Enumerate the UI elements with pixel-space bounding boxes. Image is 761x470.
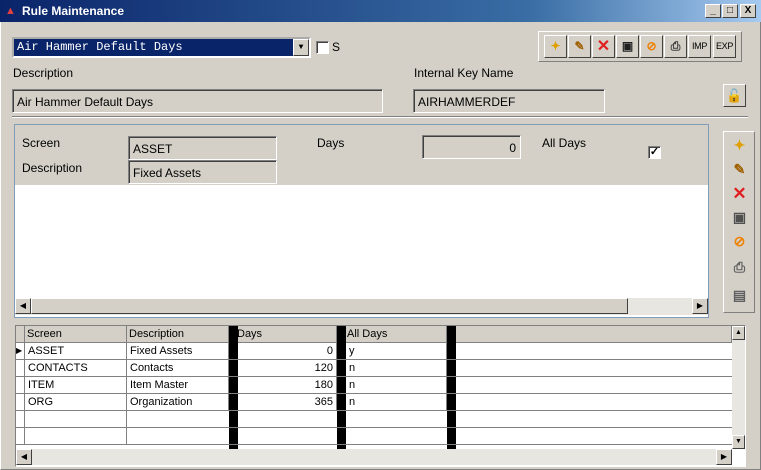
- unlock-icon[interactable]: 🔓: [723, 84, 746, 107]
- detail-cancel-icon[interactable]: ⊘: [728, 230, 751, 253]
- cell-screen: ORG: [25, 394, 127, 411]
- new-record-icon[interactable]: ✦: [544, 35, 567, 58]
- alldays-checkbox[interactable]: ✓: [648, 146, 661, 159]
- cell-days: 180: [238, 377, 337, 394]
- cell-description: Contacts: [127, 360, 229, 377]
- scroll-left-icon[interactable]: ◀: [15, 298, 31, 314]
- cell-description: Organization: [127, 394, 229, 411]
- description-field[interactable]: Air Hammer Default Days: [12, 89, 383, 113]
- table-row[interactable]: [16, 428, 732, 445]
- scroll-thumb[interactable]: [31, 298, 628, 314]
- row-selector: [16, 428, 25, 445]
- row-selector: [16, 411, 25, 428]
- cell-days: 365: [238, 394, 337, 411]
- grid-vertical-scrollbar[interactable]: ▲ ▼: [732, 326, 745, 449]
- row-selector: [16, 360, 25, 377]
- grid-header-description[interactable]: Description: [127, 326, 229, 343]
- cell-description: Fixed Assets: [127, 343, 229, 360]
- row-pointer-icon: ▶: [16, 343, 25, 360]
- cell-description: Item Master: [127, 377, 229, 394]
- detail-print-icon[interactable]: ⎙: [728, 256, 751, 279]
- cell-alldays: n: [346, 394, 447, 411]
- grid-corner: [16, 326, 25, 343]
- cell-screen: [25, 428, 127, 445]
- detail-save-icon[interactable]: ▣: [728, 206, 751, 229]
- cell-alldays: n: [346, 360, 447, 377]
- row-selector: [16, 377, 25, 394]
- scroll-right-icon[interactable]: ▶: [716, 449, 732, 465]
- cell-screen: CONTACTS: [25, 360, 127, 377]
- table-row[interactable]: ITEM Item Master 180 n: [16, 377, 732, 394]
- detail-panel: Screen ASSET Description Fixed Assets Da…: [14, 124, 709, 318]
- detail-screen-field[interactable]: ASSET: [128, 136, 277, 160]
- detail-new-icon[interactable]: ✦: [728, 134, 751, 157]
- table-row[interactable]: [16, 411, 732, 428]
- edit-icon[interactable]: ✎: [568, 35, 591, 58]
- detail-description-label: Description: [22, 161, 83, 175]
- detail-description-field[interactable]: Fixed Assets: [128, 160, 277, 184]
- divider: [12, 116, 748, 118]
- detail-days-label: Days: [317, 136, 345, 150]
- import-button[interactable]: IMP: [688, 35, 711, 58]
- cancel-icon[interactable]: ⊘: [640, 35, 663, 58]
- internal-key-field[interactable]: AIRHAMMERDEF: [413, 89, 605, 113]
- table-row[interactable]: ▶ ASSET Fixed Assets 0 y: [16, 343, 732, 360]
- detail-horizontal-scrollbar[interactable]: ◀ ▶: [15, 298, 708, 315]
- cell-days: 120: [238, 360, 337, 377]
- cell-screen: [25, 411, 127, 428]
- detail-edit-icon[interactable]: ✎: [728, 158, 751, 181]
- window-title: Rule Maintenance: [22, 4, 125, 18]
- chevron-down-icon[interactable]: ▼: [293, 39, 309, 56]
- internal-key-label: Internal Key Name: [414, 66, 514, 80]
- export-button[interactable]: EXP: [713, 35, 736, 58]
- detail-toolbar: ✦ ✎ ✕ ▣ ⊘ ⎙ ▤: [723, 131, 755, 313]
- s-checkbox-label: S: [332, 40, 341, 54]
- cell-alldays: n: [346, 377, 447, 394]
- minimize-button[interactable]: _: [705, 4, 721, 18]
- cell-screen: ITEM: [25, 377, 127, 394]
- rule-select-value: Air Hammer Default Days: [17, 40, 183, 54]
- table-row[interactable]: ORG Organization 365 n: [16, 394, 732, 411]
- cell-days: 0: [238, 343, 337, 360]
- grid-header-empty: [456, 326, 732, 343]
- row-selector: [16, 394, 25, 411]
- s-checkbox[interactable]: [316, 41, 329, 54]
- detail-alldays-label: All Days: [542, 136, 587, 150]
- grid-horizontal-scrollbar[interactable]: ◀ ▶: [16, 449, 732, 465]
- description-label: Description: [13, 66, 74, 80]
- detail-days-field[interactable]: 0: [422, 135, 521, 159]
- maximize-button[interactable]: □: [722, 4, 738, 18]
- scroll-up-icon[interactable]: ▲: [732, 326, 745, 340]
- cell-alldays: y: [346, 343, 447, 360]
- grid-header-alldays[interactable]: All Days: [345, 326, 447, 343]
- grid-header-screen[interactable]: Screen: [25, 326, 127, 343]
- detail-clipboard-icon[interactable]: ▤: [728, 284, 751, 307]
- grid-header-days[interactable]: Days: [235, 326, 337, 343]
- detail-screen-label: Screen: [22, 136, 61, 150]
- close-button[interactable]: X: [740, 4, 756, 18]
- cell-screen: ASSET: [25, 343, 127, 360]
- save-icon[interactable]: ▣: [616, 35, 639, 58]
- title-bar: ▲ Rule Maintenance: [0, 0, 761, 22]
- detail-form: Screen ASSET Description Fixed Assets Da…: [15, 125, 708, 185]
- scroll-right-icon[interactable]: ▶: [692, 298, 708, 314]
- scroll-down-icon[interactable]: ▼: [732, 435, 745, 449]
- rules-grid: Screen Description Days All Days ▶ ASSET…: [15, 325, 746, 467]
- print-icon[interactable]: ⎙: [664, 35, 687, 58]
- rule-select[interactable]: Air Hammer Default Days ▼: [12, 37, 311, 58]
- table-row[interactable]: CONTACTS Contacts 120 n: [16, 360, 732, 377]
- delete-icon[interactable]: ✕: [592, 35, 615, 58]
- detail-delete-icon[interactable]: ✕: [728, 182, 751, 205]
- app-icon: ▲: [5, 5, 16, 17]
- scroll-left-icon[interactable]: ◀: [16, 449, 32, 465]
